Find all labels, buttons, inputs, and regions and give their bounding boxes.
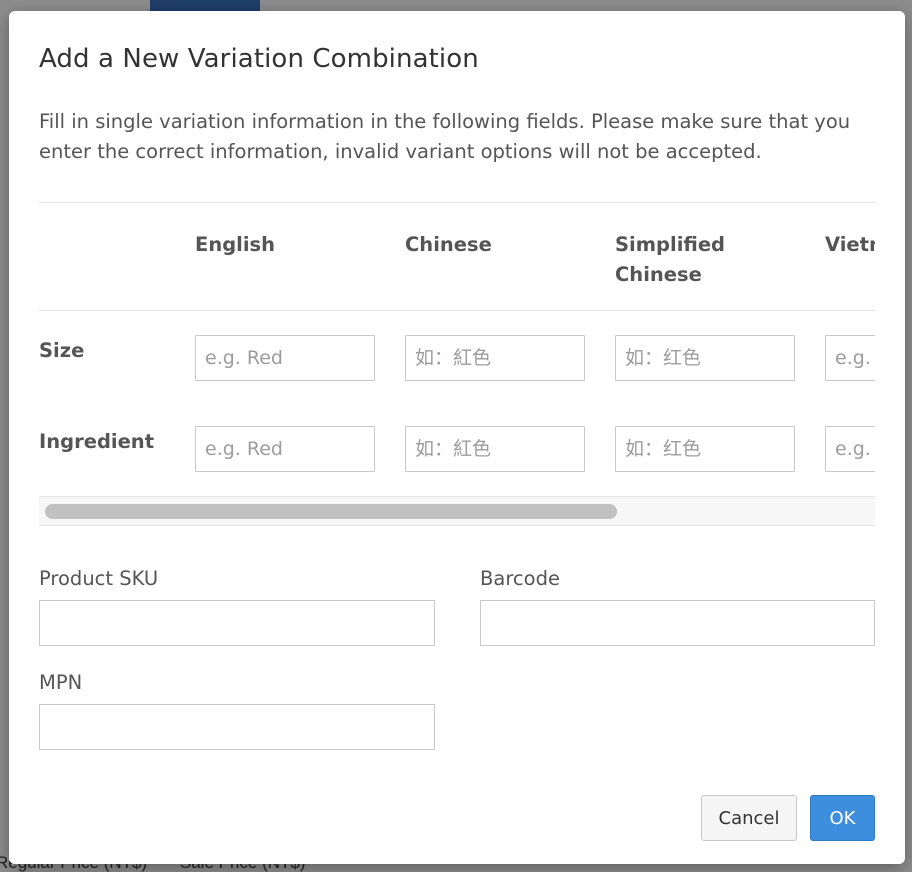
horizontal-scrollbar[interactable]: [39, 496, 875, 526]
ok-button[interactable]: OK: [810, 795, 875, 841]
mpn-input[interactable]: [39, 704, 435, 750]
cancel-button[interactable]: Cancel: [701, 795, 797, 841]
size-vietnamese-input[interactable]: [825, 335, 875, 381]
column-header-english: English: [195, 233, 276, 256]
modal-description: Fill in single variation information in …: [39, 110, 851, 163]
modal-title: Add a New Variation Combination: [39, 44, 479, 74]
ingredient-english-input[interactable]: [195, 426, 375, 472]
column-header-simplified-chinese: Simplified Chinese: [615, 233, 726, 286]
size-simplified-chinese-input[interactable]: [615, 335, 795, 381]
size-english-input[interactable]: [195, 335, 375, 381]
variation-table: English Chinese Simplified Chinese Vietn…: [39, 202, 875, 526]
product-sku-label: Product SKU: [39, 567, 159, 590]
size-chinese-input[interactable]: [405, 335, 585, 381]
row-label-ingredient: Ingredient: [39, 430, 155, 453]
row-label-size: Size: [39, 339, 85, 362]
ingredient-simplified-chinese-input[interactable]: [615, 426, 795, 472]
mpn-label: MPN: [39, 671, 83, 694]
ingredient-chinese-input[interactable]: [405, 426, 585, 472]
column-header-chinese: Chinese: [405, 233, 492, 256]
add-variation-modal: Add a New Variation Combination Fill in …: [9, 11, 905, 864]
table-header-row: English Chinese Simplified Chinese Vietn…: [39, 203, 875, 311]
barcode-input[interactable]: [480, 600, 875, 646]
product-sku-input[interactable]: [39, 600, 435, 646]
ingredient-vietnamese-input[interactable]: [825, 426, 875, 472]
barcode-label: Barcode: [480, 567, 560, 590]
scrollbar-thumb[interactable]: [45, 504, 617, 519]
column-header-vietnamese: Vietnamese: [825, 233, 875, 256]
